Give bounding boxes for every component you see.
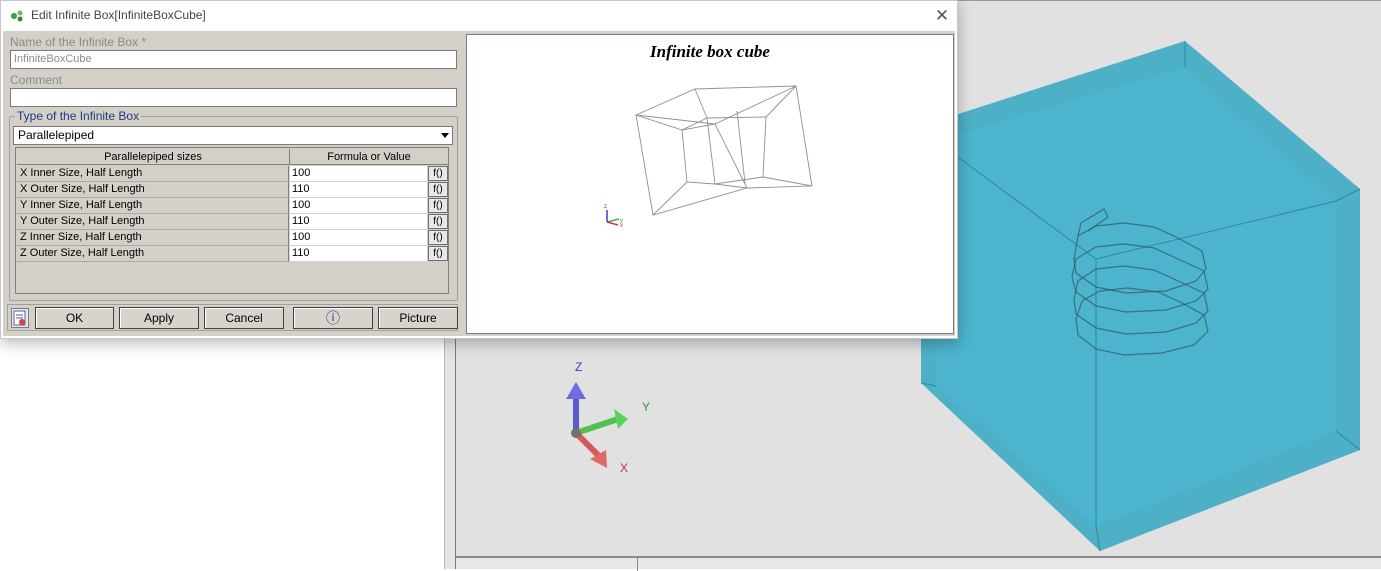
row-label: X Inner Size, Half Length xyxy=(17,166,289,182)
dialog-title: Edit Infinite Box[InfiniteBoxCube] xyxy=(31,8,206,22)
help-button[interactable] xyxy=(11,308,29,328)
row-label: Y Outer Size, Half Length xyxy=(17,214,289,230)
value-cell[interactable]: 110 xyxy=(290,182,427,198)
document-help-icon xyxy=(13,310,26,326)
preview-axis-x: x xyxy=(620,223,623,229)
formula-button[interactable]: f() xyxy=(428,198,448,213)
formula-button[interactable]: f() xyxy=(428,246,448,261)
table-row: Y Inner Size, Half Length 100 f() xyxy=(17,198,449,214)
ok-button[interactable]: OK xyxy=(35,307,114,329)
formula-button[interactable]: f() xyxy=(428,166,448,181)
row-label: Y Inner Size, Half Length xyxy=(17,198,289,214)
comment-field[interactable] xyxy=(10,88,457,107)
hypercube-wireframe-icon xyxy=(635,85,813,216)
axis-y-label: Y xyxy=(642,400,650,414)
box-cube-icon xyxy=(920,41,1361,552)
app-icon xyxy=(11,10,23,22)
status-cell xyxy=(456,558,638,571)
formula-button[interactable]: f() xyxy=(428,182,448,197)
table-row: Z Outer Size, Half Length 110 f() xyxy=(17,246,449,262)
formula-button[interactable]: f() xyxy=(428,230,448,245)
type-select-value: Parallelepiped xyxy=(18,128,95,142)
row-label: X Outer Size, Half Length xyxy=(17,182,289,198)
dialog-titlebar[interactable]: Edit Infinite Box[InfiniteBoxCube] ✕ xyxy=(1,1,957,30)
edit-infinite-box-dialog: Edit Infinite Box[InfiniteBoxCube] ✕ Nam… xyxy=(0,0,958,339)
table-row: X Outer Size, Half Length 110 f() xyxy=(17,182,449,198)
value-cell[interactable]: 110 xyxy=(290,246,427,262)
type-select[interactable]: Parallelepiped xyxy=(13,126,453,145)
column-header-sizes: Parallelepiped sizes xyxy=(17,149,290,165)
axis-triad-icon xyxy=(566,382,628,468)
axis-z-label: Z xyxy=(575,360,582,374)
info-button[interactable]: ⓘ xyxy=(293,307,373,329)
row-label: Z Outer Size, Half Length xyxy=(17,246,289,262)
table-row: Z Inner Size, Half Length 100 f() xyxy=(17,230,449,246)
comment-label: Comment xyxy=(10,73,63,87)
sizes-table: Parallelepiped sizes Formula or Value X … xyxy=(15,147,449,294)
preview-panel: Infinite box cube z y x xyxy=(466,34,954,334)
table-row: X Inner Size, Half Length 100 f() xyxy=(17,166,449,182)
value-cell[interactable]: 100 xyxy=(290,198,427,214)
table-row: Y Outer Size, Half Length 110 f() xyxy=(17,214,449,230)
close-icon: ✕ xyxy=(934,6,950,25)
formula-button[interactable]: f() xyxy=(428,214,448,229)
dialog-body: Name of the Infinite Box * InfiniteBoxCu… xyxy=(3,31,955,336)
row-label: Z Inner Size, Half Length xyxy=(17,230,289,246)
value-cell[interactable]: 110 xyxy=(290,214,427,230)
type-group-label: Type of the Infinite Box xyxy=(15,109,142,123)
close-button[interactable]: ✕ xyxy=(927,1,957,30)
name-field[interactable]: InfiniteBoxCube xyxy=(10,50,457,69)
preview-triad-icon xyxy=(606,210,620,226)
column-header-value: Formula or Value xyxy=(290,149,449,165)
name-label: Name of the Infinite Box * xyxy=(10,35,147,49)
value-cell[interactable]: 100 xyxy=(290,230,427,246)
apply-button[interactable]: Apply xyxy=(119,307,199,329)
status-bar xyxy=(456,556,1381,571)
preview-axis-z: z xyxy=(604,204,607,210)
axis-x-label: X xyxy=(620,461,628,475)
preview-wireframe: z y x xyxy=(604,85,813,229)
cancel-button[interactable]: Cancel xyxy=(204,307,284,329)
picture-button[interactable]: Picture xyxy=(378,307,458,329)
info-icon: ⓘ xyxy=(326,310,340,326)
value-cell[interactable]: 100 xyxy=(290,166,427,182)
chevron-down-icon xyxy=(441,133,449,138)
